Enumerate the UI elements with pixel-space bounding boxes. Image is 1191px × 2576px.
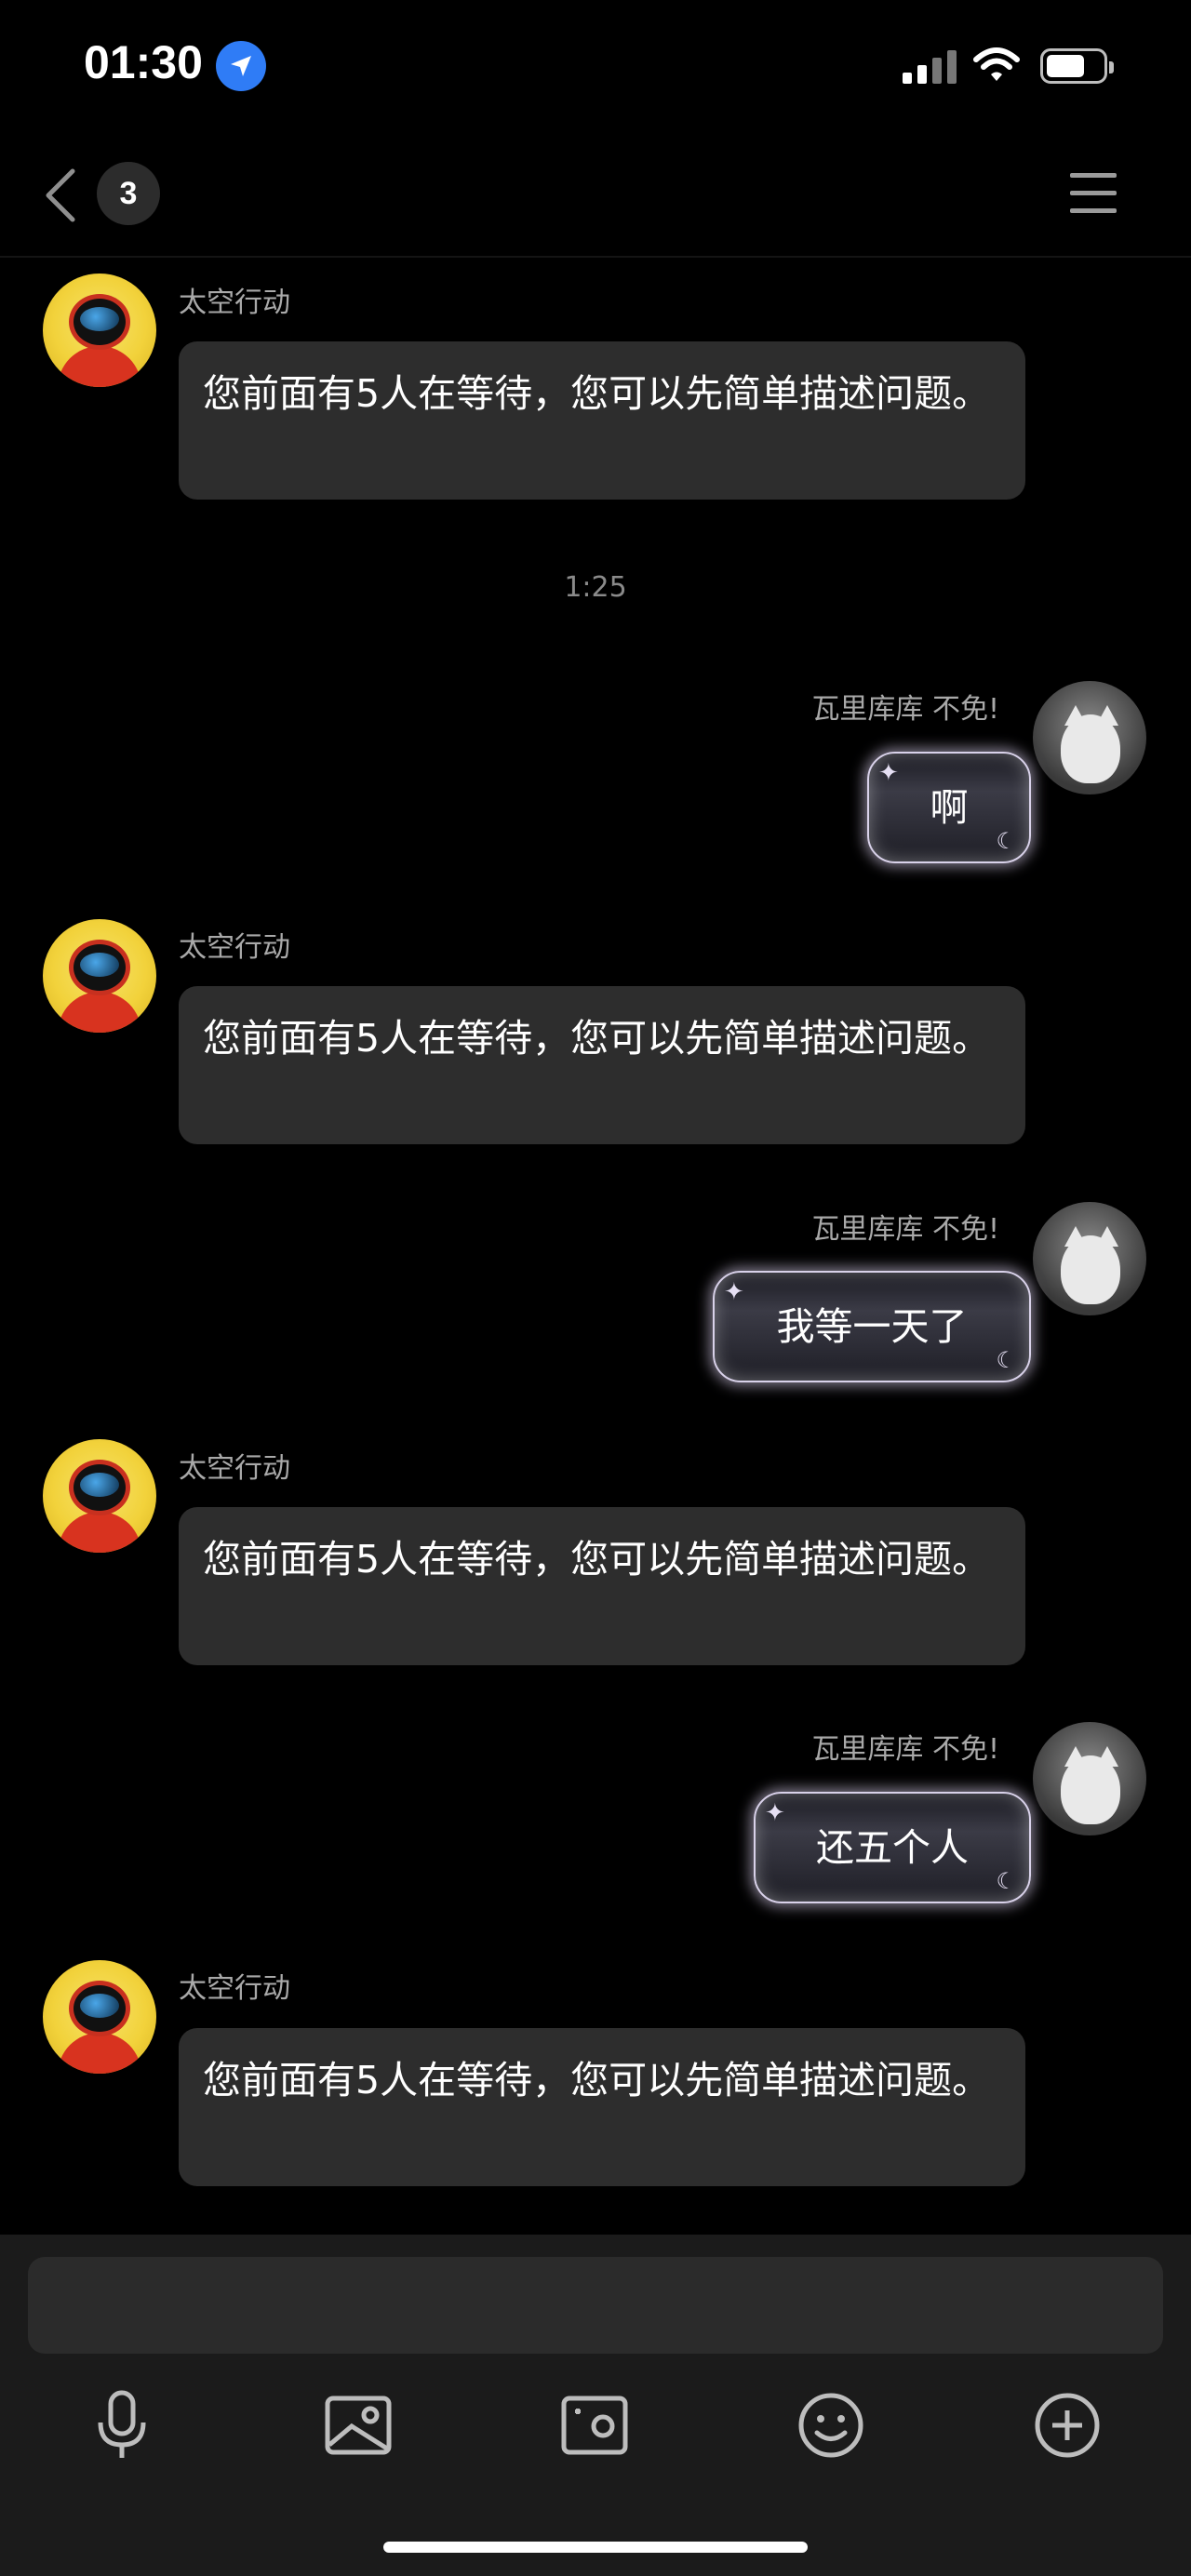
- incoming-message-bubble[interactable]: 您前面有5人在等待，您可以先简单描述问题。: [179, 2028, 1025, 2186]
- sparkle-icon: ✦: [724, 1278, 744, 1306]
- sender-name: 太空行动: [179, 931, 290, 964]
- outgoing-message-bubble[interactable]: ✦ 我等一天了 ☾: [713, 1271, 1031, 1382]
- incoming-message-bubble[interactable]: 您前面有5人在等待，您可以先简单描述问题。: [179, 1507, 1025, 1665]
- plus-circle-icon[interactable]: [1025, 2383, 1109, 2467]
- home-indicator[interactable]: [383, 2542, 808, 2553]
- agent-avatar[interactable]: [43, 274, 156, 387]
- emoji-icon[interactable]: [789, 2383, 873, 2467]
- message-text: 我等一天了: [776, 1304, 968, 1349]
- sparkle-icon: ✦: [765, 1799, 785, 1827]
- unread-count-badge[interactable]: 3: [97, 162, 160, 225]
- chat-header: 3: [0, 140, 1191, 258]
- sender-name: 太空行动: [179, 1972, 290, 2005]
- agent-avatar[interactable]: [43, 919, 156, 1033]
- user-avatar[interactable]: [1033, 1722, 1146, 1835]
- status-time: 01:30: [84, 36, 203, 88]
- message-composer: [0, 2235, 1191, 2576]
- agent-avatar[interactable]: [43, 1960, 156, 2074]
- agent-avatar[interactable]: [43, 1439, 156, 1553]
- sender-name: 瓦里库库 不免!: [811, 1733, 999, 1766]
- sender-name: 瓦里库库 不免!: [811, 693, 999, 726]
- menu-icon[interactable]: [1070, 173, 1117, 214]
- outgoing-message-bubble[interactable]: ✦ 还五个人 ☾: [754, 1792, 1031, 1903]
- sparkle-icon: ✦: [878, 759, 899, 787]
- moon-icon: ☾: [996, 1868, 1016, 1894]
- moon-icon: ☾: [996, 1347, 1016, 1373]
- user-avatar[interactable]: [1033, 681, 1146, 794]
- chevron-left-icon[interactable]: [41, 158, 78, 233]
- signal-icon: [903, 50, 958, 84]
- battery-icon: [1040, 48, 1114, 84]
- sender-name: 太空行动: [179, 287, 290, 319]
- incoming-message-bubble[interactable]: 您前面有5人在等待，您可以先简单描述问题。: [179, 986, 1025, 1144]
- status-bar: 01:30: [0, 0, 1191, 140]
- camera-icon[interactable]: [553, 2383, 636, 2467]
- message-text: 啊: [930, 785, 969, 830]
- message-input[interactable]: [28, 2257, 1163, 2354]
- image-icon[interactable]: [316, 2383, 400, 2467]
- message-timestamp: 1:25: [564, 571, 627, 604]
- incoming-message-bubble[interactable]: 您前面有5人在等待，您可以先简单描述问题。: [179, 341, 1025, 500]
- message-text: 还五个人: [816, 1825, 969, 1870]
- user-avatar[interactable]: [1033, 1202, 1146, 1315]
- wifi-icon: [973, 47, 1020, 87]
- sender-name: 太空行动: [179, 1452, 290, 1485]
- microphone-icon[interactable]: [80, 2383, 164, 2467]
- sender-name: 瓦里库库 不免!: [811, 1213, 999, 1246]
- moon-icon: ☾: [996, 828, 1016, 854]
- location-arrow-icon: [216, 41, 266, 91]
- outgoing-message-bubble[interactable]: ✦ 啊 ☾: [867, 752, 1031, 863]
